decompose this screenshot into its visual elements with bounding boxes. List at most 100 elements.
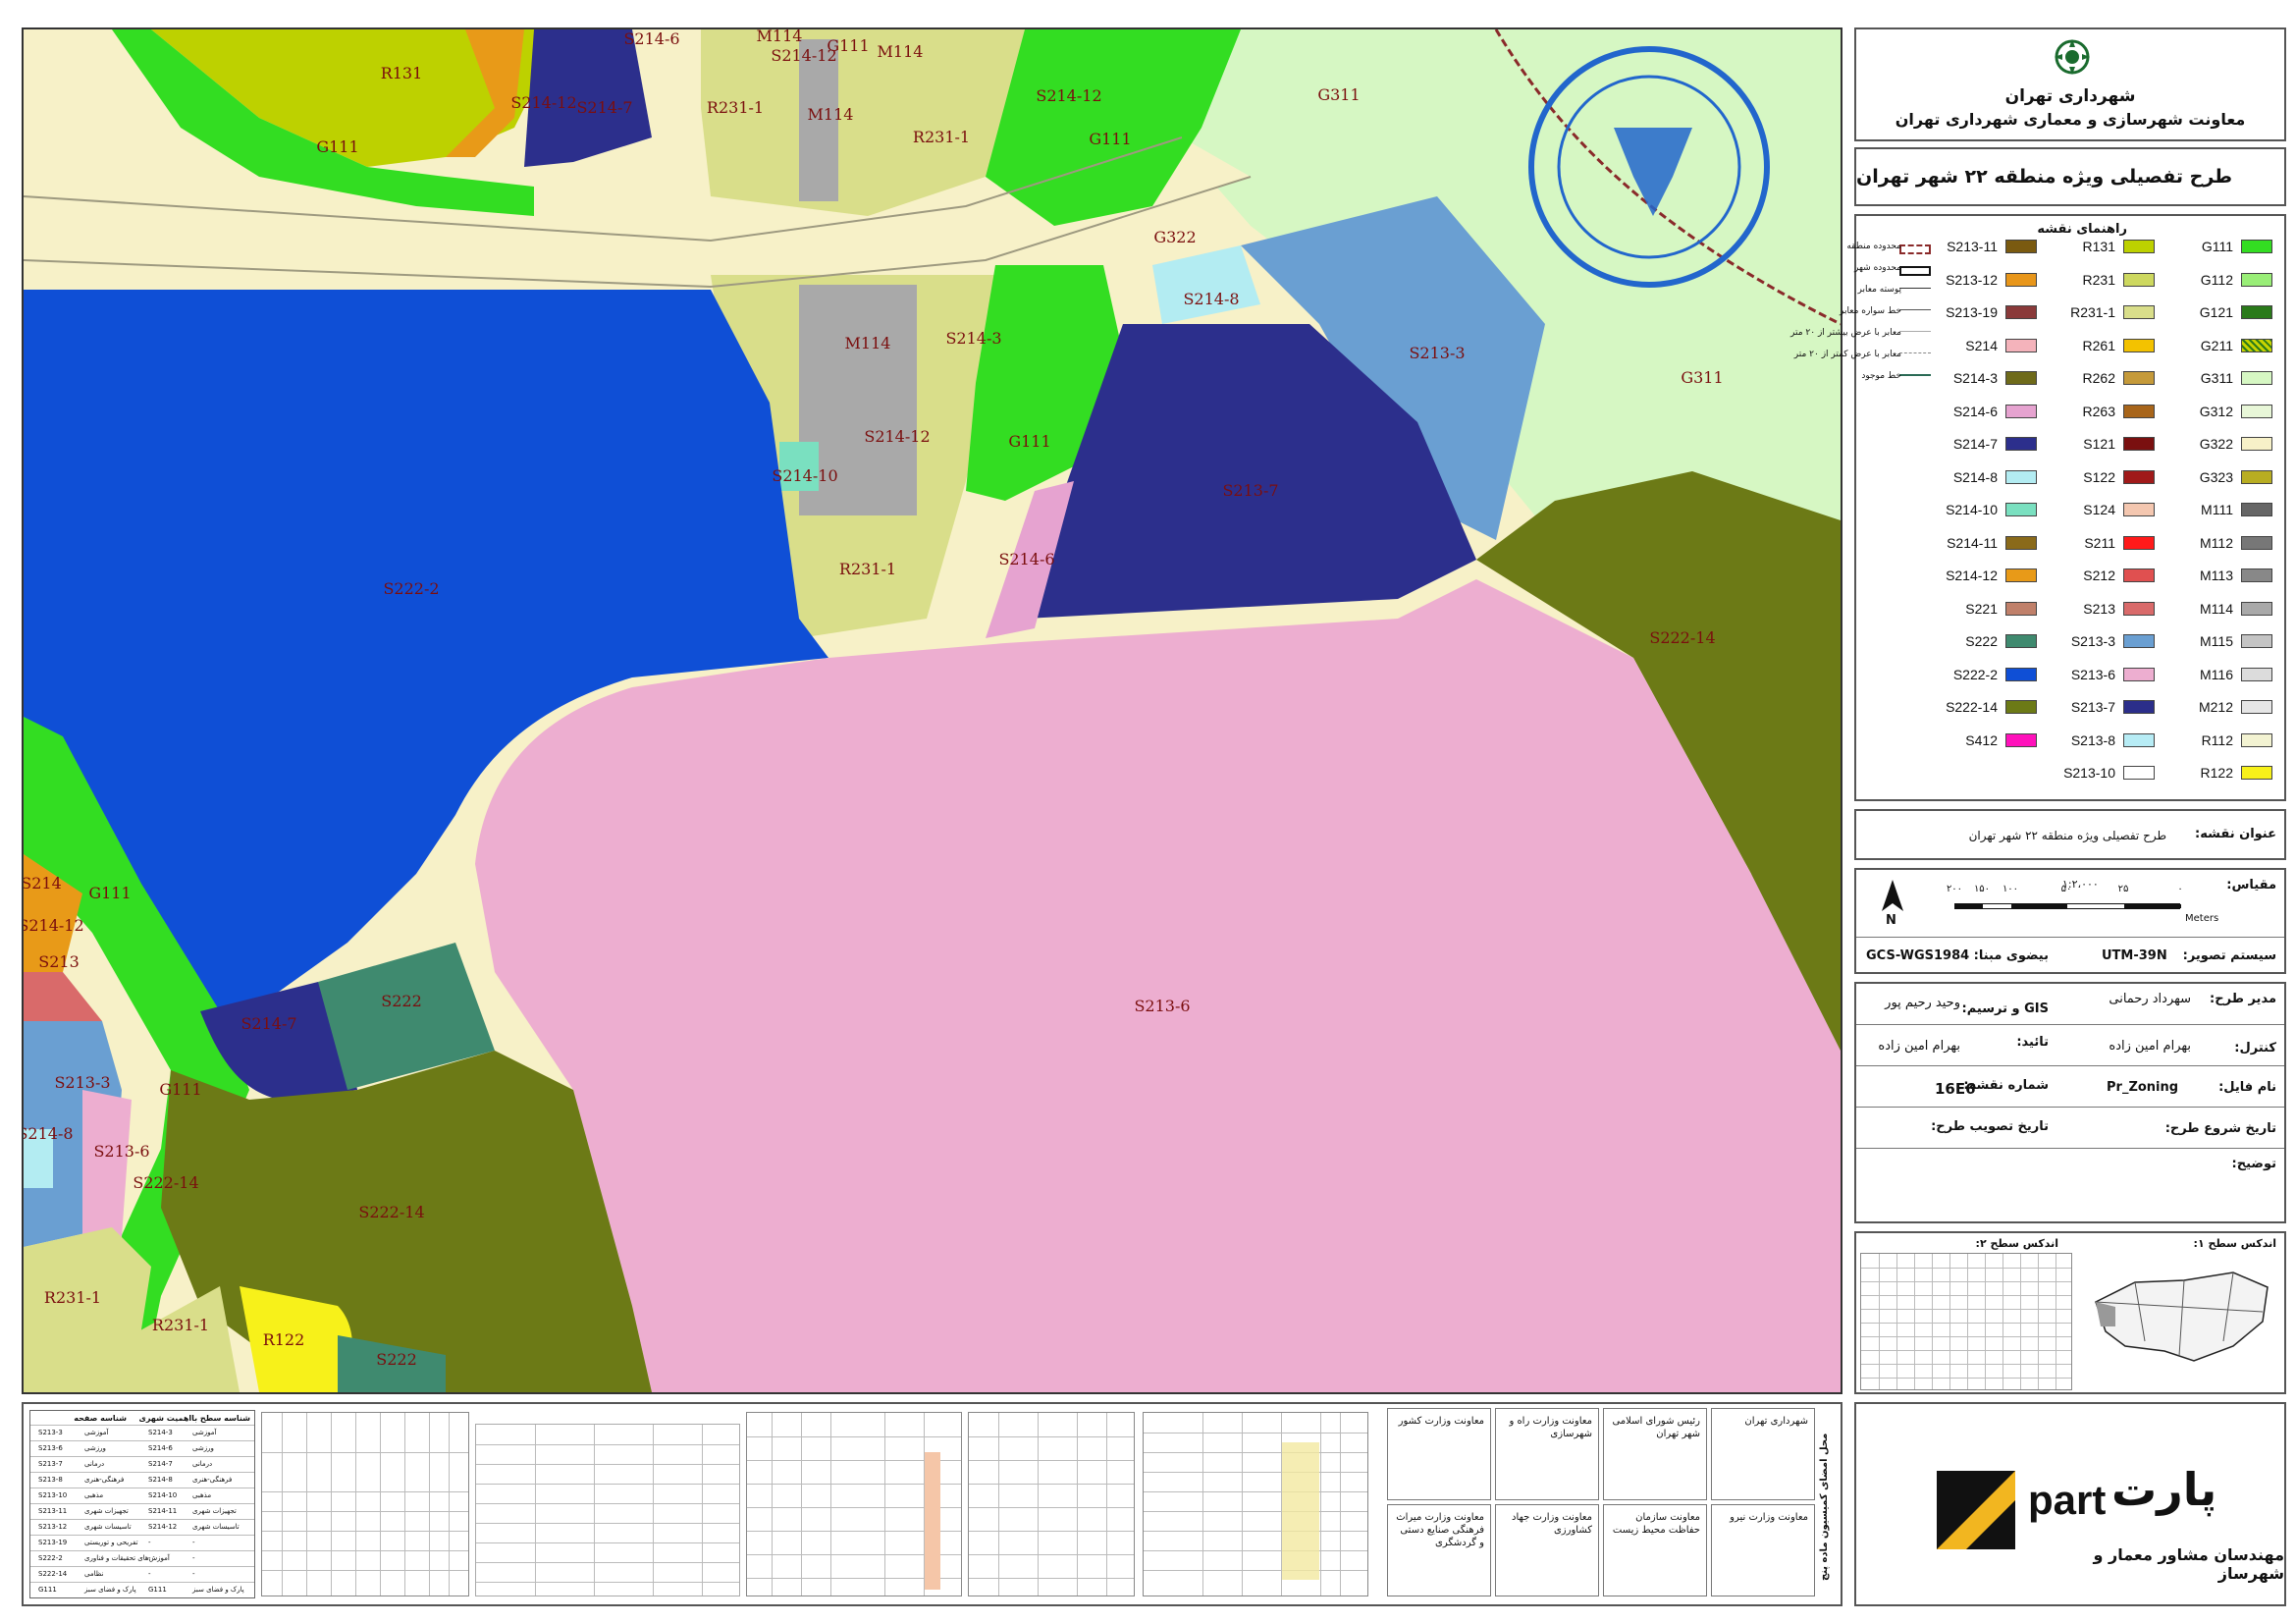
table-cell: -	[148, 1539, 151, 1546]
file-label: نام فایل:	[2218, 1080, 2276, 1095]
gis-label: GIS و ترسیم:	[1961, 1001, 2049, 1016]
legend-item: S212	[2047, 568, 2155, 584]
legend-item: S214-12	[1929, 568, 2037, 584]
legend-item: S222-14	[1929, 699, 2037, 716]
pm-label: مدیر طرح:	[2210, 992, 2276, 1006]
legend-item: S213-7	[2047, 699, 2155, 716]
brand-fa: پارت	[2111, 1463, 2217, 1516]
table-cell: S213-11	[38, 1507, 68, 1515]
legend-code: M116	[2200, 666, 2233, 682]
legend-item: S214-10	[1929, 502, 2037, 518]
gis-value: وحید رحیم پور	[1885, 996, 1960, 1010]
legend-swatch	[2241, 601, 2272, 616]
label-s214-7-a: S214-7	[576, 98, 632, 117]
legend-code: R263	[2082, 403, 2115, 419]
table-cell: S213-8	[38, 1476, 63, 1484]
legend-item: M113	[2164, 568, 2272, 584]
zoning-map-canvas[interactable]: R131 G111 S214-12 S214-7 S214-6 M114 G11…	[24, 29, 1841, 1392]
table-cell: S214-11	[148, 1507, 178, 1515]
legend-swatch	[2123, 667, 2155, 681]
regulations-table-2	[475, 1424, 740, 1596]
table-row: S213-19 تفریحی و توریستی - -	[30, 1535, 254, 1550]
label-s213: S213	[38, 952, 80, 971]
legend-code: S213	[2083, 600, 2115, 617]
label-s213-3-b: S213-3	[54, 1073, 110, 1092]
table-cell: -	[148, 1570, 151, 1578]
control-value: بهرام امین زاده	[2109, 1039, 2191, 1054]
table-row: S213-10 مذهبی S214-10 مذهبی	[30, 1488, 254, 1503]
table-cell: S213-6	[38, 1444, 63, 1452]
signature-box: معاونت وزارت جهاد کشاورزی	[1495, 1504, 1599, 1596]
signature-box: معاونت سازمان حفاظت محیط زیست	[1603, 1504, 1707, 1596]
legend-code: S213-6	[2070, 666, 2115, 682]
legend-swatch	[2241, 272, 2272, 287]
signature-box: رئیس شورای اسلامی شهر تهران	[1603, 1408, 1707, 1500]
legend-code: S211	[2084, 534, 2115, 551]
label-r231-1-d: R231-1	[44, 1288, 101, 1307]
label-s222-14-c: S222-14	[358, 1203, 424, 1221]
projection-value: UTM-39N	[2102, 948, 2167, 963]
legend-code: G323	[2199, 468, 2233, 485]
legend-item: M111	[2164, 502, 2272, 518]
table-cell: -	[192, 1554, 195, 1562]
scale-bar	[1954, 903, 2181, 909]
table-cell: درمانی	[84, 1460, 105, 1468]
regulations-table-5	[1143, 1412, 1368, 1596]
legend-item: M115	[2164, 633, 2272, 650]
legend-item: S213-8	[2047, 731, 2155, 749]
table-cell: تفریحی و توریستی	[84, 1539, 138, 1546]
legend-item: S213-6	[2047, 666, 2155, 683]
legend-code: S222	[1965, 633, 1998, 649]
company-logo-box: part پارت مهندسان مشاور معمار و شهرساز	[1854, 1402, 2286, 1606]
legend-swatch	[2123, 732, 2155, 747]
legend-item: M114	[2164, 600, 2272, 618]
legend-item: S211	[2047, 534, 2155, 552]
brand-latin: part	[2028, 1477, 2107, 1523]
zoning-map[interactable]: R131 G111 S214-12 S214-7 S214-6 M114 G11…	[22, 27, 1842, 1394]
scale-tick: ۱۰۰	[2002, 884, 2019, 894]
legend-swatch	[2005, 601, 2037, 616]
legend-swatch	[2241, 503, 2272, 516]
legend-swatch	[2241, 404, 2272, 418]
label-r122: R122	[263, 1330, 305, 1349]
label-m114-a: M114	[757, 29, 803, 45]
label-r231-1-c: R231-1	[839, 560, 896, 578]
table1-header-a: شناسه صفحه	[74, 1414, 127, 1423]
legend-code: G211	[2200, 337, 2233, 353]
index2-label: اندکس سطح ۲:	[1975, 1237, 2058, 1250]
legend-code: S214-8	[1952, 468, 1998, 485]
legend-swatch	[2005, 667, 2037, 681]
table-cell: پارک و فضای سبز	[192, 1586, 244, 1594]
signature-boxes: شهرداری تهران رئیس شورای اسلامی شهر تهران…	[1383, 1408, 1815, 1600]
table-cell: S214-7	[148, 1460, 173, 1468]
table-cell: فرهنگی-هنری	[192, 1476, 233, 1484]
table-cell: تجهیزات شهری	[84, 1507, 129, 1515]
legend-item: R262	[2047, 370, 2155, 387]
legend-code: S213-8	[2070, 731, 2115, 748]
legend-item: G121	[2164, 304, 2272, 321]
legend-swatch	[2241, 371, 2272, 385]
legend-code: M111	[2201, 502, 2233, 517]
legend-swatch	[2123, 601, 2155, 616]
legend-code: M114	[2200, 600, 2233, 617]
legend-item: S222-2	[1929, 667, 2037, 683]
table-cell: -	[192, 1570, 195, 1578]
legend-item: R122	[2164, 765, 2272, 782]
legend-boundary-swatch	[1899, 309, 1931, 310]
label-r231-1-b: R231-1	[913, 128, 970, 146]
legend-swatch	[2241, 732, 2272, 747]
legend-title: راهنمای نقشه	[2037, 222, 2127, 237]
legend-swatch	[2123, 305, 2155, 319]
table-row: S213-11 تجهیزات شهری S214-11 تجهیزات شهری	[30, 1503, 254, 1519]
legend-item: S412	[1929, 732, 2037, 749]
legend-item: S213-12	[1929, 272, 2037, 289]
label-s214-12-b: S214-12	[771, 46, 836, 65]
label-g311-b: G311	[1681, 368, 1723, 387]
legend-code: G312	[2199, 403, 2233, 419]
table-cell: -	[148, 1554, 151, 1562]
table-cell: مذهبی	[192, 1491, 212, 1499]
label-s213-7: S213-7	[1222, 481, 1278, 500]
table-cell: G111	[148, 1586, 167, 1594]
start-date-label: تاریخ شروع طرح:	[2164, 1121, 2276, 1136]
legend-swatch	[2241, 338, 2272, 352]
